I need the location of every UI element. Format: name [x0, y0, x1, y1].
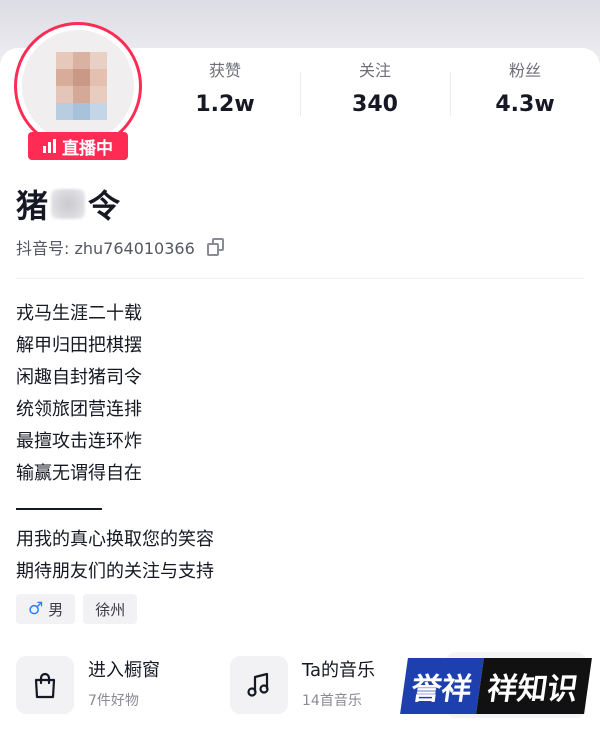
male-icon: ♂	[28, 599, 44, 619]
live-badge[interactable]: 直播中	[28, 132, 128, 160]
divider	[16, 278, 584, 279]
bio-line: 解甲归田把棋摆	[16, 335, 142, 356]
watermark-part2: 祥知识	[476, 658, 592, 714]
profile-name: 猪 令	[16, 182, 120, 226]
bio-line: 最擅攻击连环炸	[16, 431, 142, 452]
profile-name-suffix: 令	[88, 187, 121, 225]
bio-line: 期待朋友们的关注与支持	[16, 561, 214, 582]
stat-following[interactable]: 关注 340	[300, 60, 450, 130]
bio-poem: 戎马生涯二十载 解甲归田把棋摆 闲趣自封猪司令 统领旅团营连排 最擅攻击连环炸 …	[16, 298, 142, 490]
copy-icon[interactable]	[206, 238, 225, 256]
shop-window-sub: 7件好物	[88, 693, 139, 709]
stat-following-value: 340	[352, 92, 398, 117]
profile-tags: ♂ 男 徐州	[16, 594, 138, 624]
watermark-part1: 誉祥	[400, 658, 484, 714]
stat-following-label: 关注	[358, 61, 391, 80]
stat-followers-value: 4.3w	[495, 92, 555, 117]
avatar-ring[interactable]	[14, 22, 142, 150]
music-entry[interactable]: Ta的音乐 14首音乐	[230, 652, 375, 718]
stat-followers-label: 粉丝	[508, 61, 541, 80]
music-sub: 14首音乐	[302, 693, 362, 709]
gender-tag-label: 男	[48, 600, 64, 619]
bio-separator	[16, 508, 102, 510]
live-badge-label: 直播中	[62, 138, 113, 159]
stat-likes[interactable]: 获赞 1.2w	[150, 60, 300, 130]
stats-row: 获赞 1.2w 关注 340 粉丝 4.3w	[150, 60, 600, 130]
shop-window-entry[interactable]: 进入橱窗 7件好物	[16, 652, 160, 718]
stat-followers[interactable]: 粉丝 4.3w	[450, 60, 600, 130]
stat-likes-value: 1.2w	[195, 92, 255, 117]
location-tag-label: 徐州	[95, 600, 126, 619]
music-title: Ta的音乐	[302, 660, 376, 681]
live-signal-icon	[43, 139, 56, 153]
bio-line: 闲趣自封猪司令	[16, 367, 142, 388]
location-tag: 徐州	[83, 594, 138, 624]
shopping-bag-icon	[16, 656, 74, 714]
name-blur-mask	[51, 189, 86, 219]
bio-closing: 用我的真心换取您的笑容 期待朋友们的关注与支持	[16, 524, 214, 588]
bio-line: 用我的真心换取您的笑容	[16, 529, 214, 550]
music-note-icon	[230, 656, 288, 714]
stat-likes-label: 获赞	[208, 61, 241, 80]
avatar[interactable]	[22, 30, 134, 142]
avatar-mosaic	[56, 52, 107, 120]
bio-line: 输赢无谓得自在	[16, 463, 142, 484]
profile-name-prefix: 猪	[16, 187, 49, 225]
douyin-id-text: 抖音号: zhu764010366	[16, 239, 195, 258]
bio-line: 统领旅团营连排	[16, 399, 142, 420]
bio-line: 戎马生涯二十载	[16, 303, 142, 324]
douyin-id: 抖音号: zhu764010366	[16, 234, 225, 260]
watermark-logo: 誉祥 祥知识	[400, 658, 592, 714]
shop-window-title: 进入橱窗	[88, 660, 160, 681]
gender-tag: ♂ 男	[16, 594, 76, 624]
